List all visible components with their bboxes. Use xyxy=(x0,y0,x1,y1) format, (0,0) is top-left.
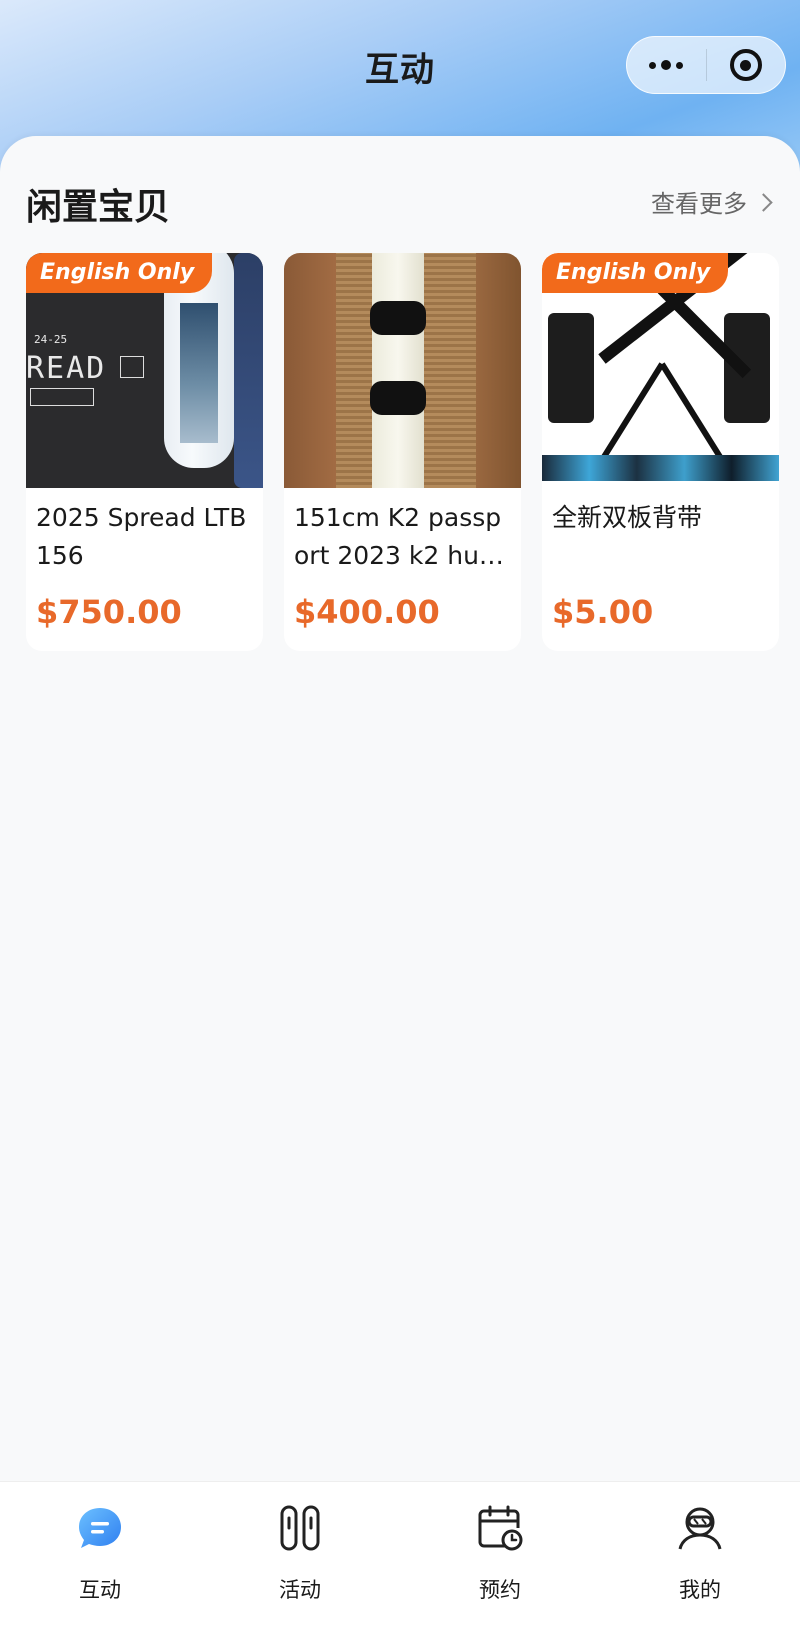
product-title: 151cm K2 passport 2023 k2 hue ... xyxy=(294,503,502,570)
see-more-label: 查看更多 xyxy=(651,190,747,218)
strap-graphic xyxy=(601,362,665,459)
product-price: $750.00 xyxy=(36,593,182,631)
product-image: English Only xyxy=(542,253,779,488)
skier-avatar-icon xyxy=(678,1507,722,1550)
tab-label: 互动 xyxy=(79,1578,121,1602)
product-title: 全新双板背带 xyxy=(552,503,703,532)
product-card[interactable]: 151cm K2 passport 2023 k2 hue ... $400.0… xyxy=(284,253,521,651)
section-header: 闲置宝贝 查看更多 xyxy=(26,178,774,228)
tab-label: 我的 xyxy=(679,1578,721,1602)
product-price: $5.00 xyxy=(552,593,654,631)
tab-activity[interactable]: 活动 xyxy=(200,1482,400,1627)
bottom-tab-bar: 互动 活动 预约 我的 xyxy=(0,1481,800,1627)
strap-holder-graphic xyxy=(548,313,594,423)
chat-bubble-icon xyxy=(79,1508,121,1548)
calendar-clock-icon xyxy=(478,1505,523,1551)
image-caption-brand: READ xyxy=(26,351,107,386)
tab-profile[interactable]: 我的 xyxy=(600,1482,800,1627)
binding-graphic xyxy=(370,301,426,335)
snowboard-graphic xyxy=(372,253,424,488)
tab-interaction[interactable]: 互动 xyxy=(0,1482,200,1627)
close-button[interactable] xyxy=(707,36,786,94)
image-label-box xyxy=(30,388,94,406)
chevron-right-icon xyxy=(754,193,773,212)
see-more-link[interactable]: 查看更多 xyxy=(651,184,773,219)
image-caption-year: 24-25 xyxy=(34,333,68,346)
product-card[interactable]: English Only 24-25 READ 2025 Spread LTB … xyxy=(26,253,263,651)
more-button[interactable] xyxy=(627,36,706,94)
product-image: English Only 24-25 READ xyxy=(26,253,263,488)
binding-graphic xyxy=(370,381,426,415)
snowboard-graphic-2 xyxy=(234,253,263,488)
tab-label: 预约 xyxy=(479,1578,521,1602)
more-dots-icon xyxy=(649,60,684,70)
image-logo-box xyxy=(120,356,144,378)
tab-label: 活动 xyxy=(279,1578,321,1602)
product-image xyxy=(284,253,521,488)
ski-graphic xyxy=(542,455,779,481)
product-title: 2025 Spread LTB 156 xyxy=(36,503,247,570)
target-icon xyxy=(729,49,762,81)
product-price: $400.00 xyxy=(294,593,440,631)
english-only-badge: English Only xyxy=(542,253,729,293)
english-only-badge: English Only xyxy=(26,253,213,293)
product-card[interactable]: English Only 全新双板背带 $5.00 xyxy=(542,253,779,651)
skis-icon xyxy=(280,1505,320,1551)
tab-booking[interactable]: 预约 xyxy=(400,1482,600,1627)
section-title: 闲置宝贝 xyxy=(26,187,171,228)
mini-program-capsule xyxy=(626,36,786,94)
strap-graphic xyxy=(659,362,723,459)
